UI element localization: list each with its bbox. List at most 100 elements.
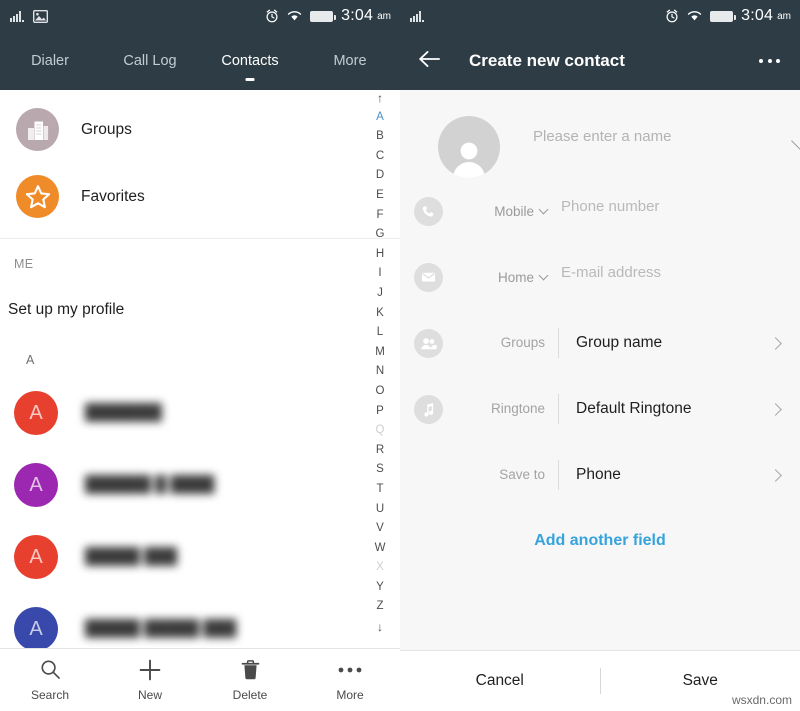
shortcut-list: Groups Favorites [0, 90, 400, 239]
add-another-field-label: Add another field [534, 532, 666, 549]
index-letter-d[interactable]: D [376, 166, 384, 186]
tab-contacts-label: Contacts [221, 53, 279, 69]
index-letter-z[interactable]: Z [376, 597, 383, 617]
list-section-header-a: A [26, 353, 35, 367]
ringtone-picker-value: Default Ringtone [576, 400, 692, 417]
contact-row[interactable]: A █████ ███ [0, 521, 400, 593]
watermark: wsxdn.com [731, 693, 792, 707]
plus-icon [139, 659, 161, 681]
new-contact-button-label: New [137, 687, 162, 702]
status-bar-left: 3:04 am [0, 0, 400, 32]
wifi-icon [687, 11, 702, 21]
index-letter-j[interactable]: J [377, 284, 383, 304]
dual-screenshot: 3:04 am Dialer Call Log Contacts More Gr… [0, 0, 800, 711]
contact-list: A ███████ A ██████ █ ████ A █████ ███ A [0, 367, 400, 665]
index-letter-p[interactable]: P [376, 402, 384, 422]
app-bar: Create new contact [400, 32, 800, 90]
setup-profile-row[interactable]: Set up my profile [0, 271, 400, 319]
search-icon [40, 659, 61, 681]
more-horizontal-icon [338, 659, 362, 681]
index-letter-t[interactable]: T [376, 480, 383, 500]
index-letter-c[interactable]: C [376, 147, 384, 167]
photo-icon [33, 9, 48, 23]
more-horizontal-icon[interactable] [759, 59, 780, 63]
contact-name: ███████ [85, 404, 162, 421]
save-to-picker-row[interactable]: Save to Phone [400, 442, 800, 508]
index-letter-s[interactable]: S [376, 460, 384, 480]
index-letter-b[interactable]: B [376, 127, 384, 147]
delete-button[interactable]: Delete [200, 649, 300, 711]
index-letter-l[interactable]: L [377, 323, 383, 343]
save-button-label: Save [682, 672, 718, 689]
index-letter-v[interactable]: V [376, 519, 384, 539]
chevron-down-icon[interactable] [791, 131, 800, 151]
index-letter-f[interactable]: F [376, 206, 383, 226]
ringtone-picker-row[interactable]: Ringtone Default Ringtone [400, 376, 800, 442]
shortcut-groups[interactable]: Groups [0, 96, 400, 163]
groups-picker-label: Groups [443, 328, 559, 358]
index-letter-i[interactable]: I [378, 264, 381, 284]
alphabet-index-scrollbar[interactable]: ↑ A B C D E F G H I J K L M N O P Q R S … [368, 88, 392, 637]
status-bar-ampm: am [777, 10, 791, 22]
name-input-wrapper [533, 116, 800, 155]
email-type-selector[interactable]: Home [443, 270, 559, 285]
shortcut-favorites[interactable]: Favorites [0, 163, 400, 230]
index-letter-o[interactable]: O [376, 382, 385, 402]
index-letter-g[interactable]: G [376, 225, 385, 245]
status-bar-right-right-icons: 3:04 am [665, 0, 791, 32]
avatar: A [14, 391, 58, 435]
index-letter-m[interactable]: M [375, 343, 385, 363]
phone-input[interactable] [561, 198, 780, 224]
contact-row[interactable]: A ███████ [0, 377, 400, 449]
status-bar-time: 3:04 [341, 7, 374, 24]
chevron-right-icon [769, 402, 782, 416]
index-letter-e[interactable]: E [376, 186, 384, 206]
add-another-field-link[interactable]: Add another field [400, 508, 800, 550]
page-title: Create new contact [469, 51, 625, 70]
more-options-button[interactable]: More [300, 649, 400, 711]
me-section-header: ME [14, 257, 34, 271]
person-placeholder-icon[interactable] [438, 116, 500, 178]
signal-icon [10, 10, 24, 22]
index-letter-u[interactable]: U [376, 499, 384, 519]
name-row [400, 108, 800, 178]
status-bar-right-left-icons [410, 10, 424, 22]
phone-type-selector[interactable]: Mobile [443, 204, 559, 219]
tab-dialer[interactable]: Dialer [0, 32, 100, 90]
back-arrow-icon[interactable] [418, 50, 441, 73]
people-icon [414, 328, 443, 358]
new-contact-button[interactable]: New [100, 649, 200, 711]
tab-dialer-label: Dialer [31, 53, 69, 69]
tab-contacts[interactable]: Contacts [200, 32, 300, 90]
status-bar-ampm: am [377, 10, 391, 22]
search-button[interactable]: Search [0, 649, 100, 711]
avatar-initial: A [29, 617, 43, 640]
tab-more-label: More [333, 53, 367, 69]
index-letter-w[interactable]: W [375, 539, 386, 559]
email-input[interactable] [561, 264, 780, 290]
name-input[interactable] [533, 128, 782, 155]
index-letter-y[interactable]: Y [376, 578, 384, 598]
index-letter-k[interactable]: K [376, 304, 384, 324]
index-letter-a[interactable]: A [376, 108, 384, 128]
index-letter-h[interactable]: H [376, 245, 384, 265]
tab-more[interactable]: More [300, 32, 400, 90]
wifi-icon [287, 11, 302, 21]
star-icon [16, 175, 59, 218]
status-bar-right-icons: 3:04 am [265, 0, 391, 32]
contact-row[interactable]: A ██████ █ ████ [0, 449, 400, 521]
index-up-arrow[interactable]: ↑ [377, 88, 383, 108]
cancel-button[interactable]: Cancel [400, 651, 600, 711]
save-to-picker-value: Phone [576, 466, 621, 483]
delete-button-label: Delete [232, 687, 268, 702]
tab-call-log[interactable]: Call Log [100, 32, 200, 90]
phone-input-wrapper [561, 198, 780, 224]
index-letter-r[interactable]: R [376, 441, 384, 461]
more-options-button-label: More [336, 687, 364, 702]
index-letter-n[interactable]: N [376, 362, 384, 382]
groups-picker-row[interactable]: Groups Group name [400, 310, 800, 376]
email-type-label: Home [497, 269, 534, 285]
index-letter-x[interactable]: X [376, 558, 384, 578]
index-letter-q[interactable]: Q [376, 421, 385, 441]
index-down-arrow[interactable]: ↓ [377, 617, 383, 637]
